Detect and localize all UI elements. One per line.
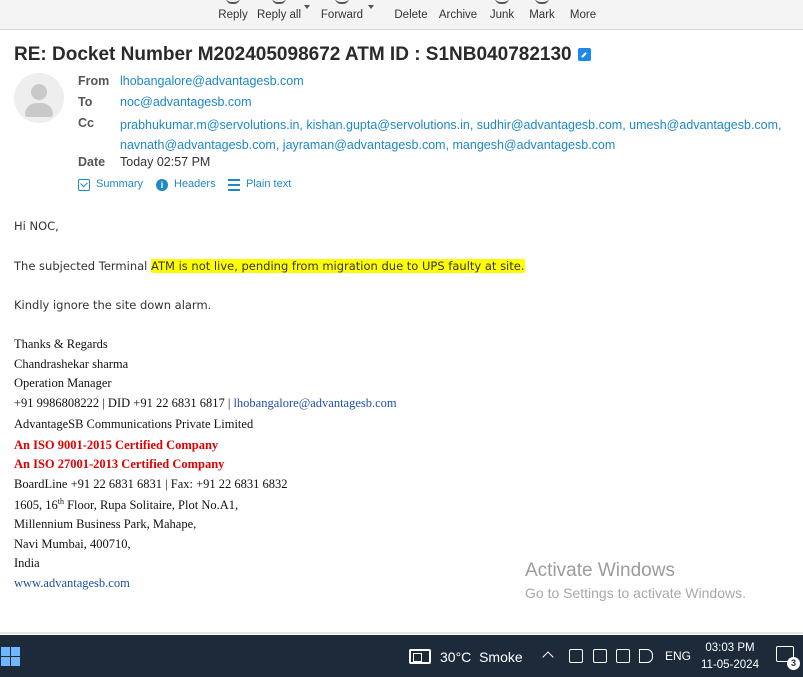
plain-text-icon bbox=[228, 179, 240, 191]
message-toolbar: Reply Reply all Forward Delete Archive J… bbox=[0, 0, 803, 30]
archive-button[interactable]: Archive bbox=[436, 0, 480, 30]
weather-condition: Smoke bbox=[479, 649, 523, 665]
signature-address-line: Navi Mumbai, 400710, bbox=[14, 537, 131, 551]
forward-button[interactable]: Forward bbox=[318, 0, 366, 30]
volume-icon[interactable] bbox=[639, 649, 653, 663]
display-icon[interactable] bbox=[593, 649, 607, 663]
greeting: Hi NOC, bbox=[14, 219, 59, 233]
signature-phone: +91 9986808222 | DID +91 22 6831 6817 | … bbox=[14, 396, 397, 410]
clock-date: 11-05-2024 bbox=[701, 659, 759, 671]
taskbar: 30°C Smoke ENG 03:03 PM 11-05-2024 3 bbox=[0, 635, 803, 677]
weather-widget[interactable]: 30°C Smoke bbox=[440, 649, 523, 665]
reply-all-icon bbox=[272, 0, 286, 4]
date-label: Date bbox=[78, 155, 106, 169]
bottom-divider bbox=[0, 632, 803, 634]
signature-address-line: Millennium Business Park, Mahape, bbox=[14, 517, 197, 531]
signature-iso-9001: An ISO 9001-2015 Certified Company bbox=[14, 438, 219, 452]
reply-all-button[interactable]: Reply all bbox=[256, 0, 302, 30]
to-address[interactable]: noc@advantagesb.com bbox=[120, 95, 252, 109]
to-label: To bbox=[78, 95, 93, 109]
signature-website: www.advantagesb.com bbox=[14, 576, 130, 591]
date-value: Today 02:57 PM bbox=[120, 155, 211, 169]
cc-addresses: prabhukumar.m@servolutions.in, kishan.gu… bbox=[120, 115, 790, 155]
junk-icon bbox=[495, 0, 509, 4]
mark-icon bbox=[535, 0, 549, 4]
clock[interactable]: 03:03 PM 11-05-2024 bbox=[697, 640, 763, 674]
highlighted-text: ATM is not live, pending from migration … bbox=[151, 259, 525, 273]
reply-button[interactable]: Reply bbox=[214, 0, 252, 30]
temperature: 30°C bbox=[440, 649, 472, 665]
email-subject: RE: Docket Number M202405098672 ATM ID :… bbox=[14, 44, 591, 66]
mark-button[interactable]: Mark bbox=[526, 0, 558, 30]
message-line: The subjected Terminal ATM is not live, … bbox=[14, 259, 525, 273]
camera-icon[interactable] bbox=[569, 649, 583, 663]
forward-icon bbox=[335, 0, 349, 4]
from-address[interactable]: lhobangalore@advantagesb.com bbox=[120, 74, 304, 88]
open-in-new-window-icon[interactable] bbox=[577, 48, 591, 61]
message-line: Kindly ignore the site down alarm. bbox=[14, 298, 212, 312]
windows-start-icon[interactable] bbox=[0, 645, 22, 667]
avatar-head-shape bbox=[31, 84, 47, 100]
from-label: From bbox=[78, 74, 110, 88]
forward-dropdown-icon[interactable] bbox=[368, 5, 374, 9]
weather-icon[interactable] bbox=[409, 649, 431, 664]
summary-icon bbox=[78, 179, 90, 191]
notification-badge: 3 bbox=[787, 657, 800, 670]
delete-button[interactable]: Delete bbox=[392, 0, 430, 30]
signature-iso-27001: An ISO 27001-2013 Certified Company bbox=[14, 457, 225, 471]
sender-avatar bbox=[14, 73, 64, 123]
network-icon[interactable] bbox=[616, 649, 630, 663]
signature-title: Operation Manager bbox=[14, 376, 112, 390]
cc-address-line[interactable]: navnath@advantagesb.com, jayraman@advant… bbox=[120, 135, 790, 155]
clock-time: 03:03 PM bbox=[705, 642, 755, 654]
signature-address-line: India bbox=[14, 556, 40, 570]
website-link[interactable]: www.advantagesb.com bbox=[14, 576, 130, 590]
avatar-body-shape bbox=[25, 103, 53, 117]
signature-boardline: BoardLine +91 22 6831 6831 | Fax: +91 22… bbox=[14, 477, 288, 491]
reply-all-dropdown-icon[interactable] bbox=[304, 5, 310, 9]
signature-name: Chandrashekar sharma bbox=[14, 357, 129, 371]
signature-company: AdvantageSB Communications Private Limit… bbox=[14, 417, 254, 431]
cc-label: Cc bbox=[78, 116, 94, 130]
junk-button[interactable]: Junk bbox=[486, 0, 518, 30]
language-indicator[interactable]: ENG bbox=[665, 649, 691, 663]
activate-windows-title: Activate Windows bbox=[525, 560, 675, 581]
signature-regards: Thanks & Regards bbox=[14, 337, 108, 351]
reply-icon bbox=[226, 0, 240, 4]
signature-email-link[interactable]: lhobangalore@advantagesb.com bbox=[233, 396, 396, 410]
more-button[interactable]: More bbox=[566, 0, 600, 30]
cc-address-line[interactable]: prabhukumar.m@servolutions.in, kishan.gu… bbox=[120, 115, 790, 135]
signature-address-line: 1605, 16th Floor, Rupa Solitaire, Plot N… bbox=[14, 497, 239, 513]
info-icon: i bbox=[156, 179, 168, 191]
activate-windows-subtitle: Go to Settings to activate Windows. bbox=[525, 585, 746, 601]
show-hidden-icons-icon[interactable] bbox=[542, 651, 554, 663]
